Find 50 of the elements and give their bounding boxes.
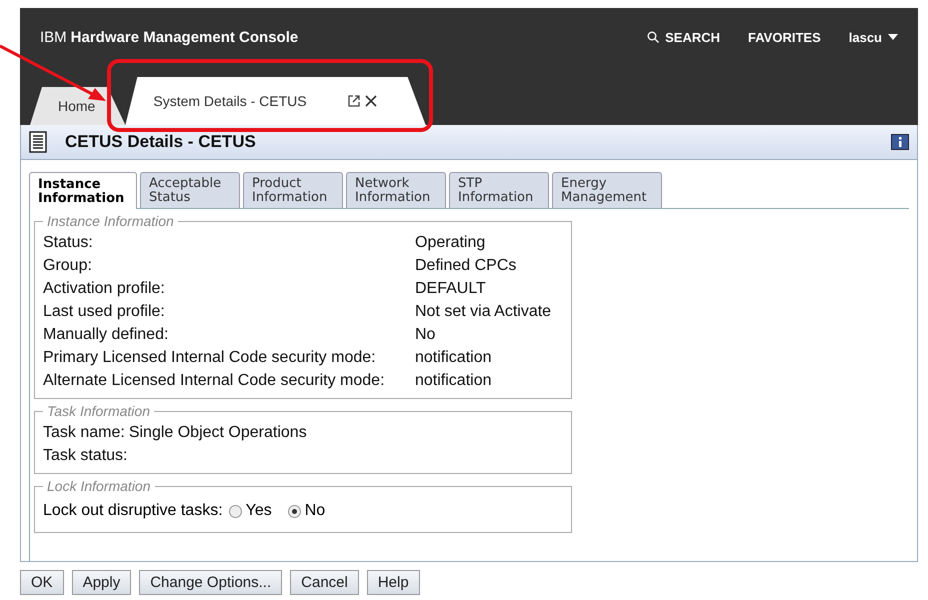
tab[interactable]: Energy Management <box>552 172 662 208</box>
field-label: Last used profile: <box>43 302 166 322</box>
tab[interactable]: Product Information <box>243 172 343 208</box>
field-label: Manually defined: <box>43 325 170 345</box>
document-icon <box>29 131 47 153</box>
dialog-button[interactable]: Help <box>366 570 420 595</box>
radio-option[interactable]: No <box>288 496 326 526</box>
dialog-button[interactable]: Change Options... <box>139 570 282 595</box>
field-label: Task status: <box>43 446 128 466</box>
external-link-icon[interactable] <box>346 94 361 108</box>
radio-icon[interactable] <box>288 504 301 518</box>
close-icon[interactable] <box>364 94 378 108</box>
tab[interactable]: Acceptable Status <box>140 172 240 208</box>
page-tab[interactable]: System Details - CETUS <box>125 77 426 125</box>
panel-title: CETUS Details - CETUS <box>65 132 257 152</box>
dialog-button[interactable]: Apply <box>72 570 132 595</box>
dialog-button[interactable]: OK <box>20 570 64 595</box>
group-legend: Task Information <box>43 403 154 419</box>
info-icon[interactable] <box>891 134 909 150</box>
field-label: Group: <box>43 256 93 276</box>
caret-icon <box>888 34 898 40</box>
search-icon <box>647 31 660 43</box>
field-value: Defined CPCs <box>415 256 518 276</box>
product-title: Hardware Management Console <box>70 28 298 46</box>
field-label: Task name: <box>43 423 125 443</box>
field-value: Single Object Operations <box>128 423 308 443</box>
user-menu[interactable]: lascu <box>848 30 898 44</box>
field-label: Primary Licensed Internal Code security mode: <box>43 348 377 368</box>
field-value: Operating <box>415 233 486 253</box>
group-legend: Instance Information <box>43 213 178 229</box>
tab[interactable]: STP Information <box>449 172 549 208</box>
search-link[interactable]: SEARCH <box>647 30 720 44</box>
field-value: notification <box>415 371 492 391</box>
field-value: notification <box>415 348 492 368</box>
field-label: Status: <box>43 233 94 253</box>
favorites-link[interactable]: FAVORITES <box>748 30 821 44</box>
group-legend: Lock Information <box>43 478 154 494</box>
field-value: Not set via Activate <box>415 302 552 322</box>
field-value: DEFAULT <box>415 279 487 299</box>
page-tab[interactable]: Home <box>30 87 126 125</box>
field-value: No <box>415 325 436 345</box>
radio-option[interactable]: Yes <box>228 496 272 526</box>
radio-icon[interactable] <box>228 504 242 518</box>
tab[interactable]: Network Information <box>346 172 446 208</box>
field-label: Lock out disruptive tasks: <box>43 501 223 521</box>
field-label: Alternate Licensed Internal Code security mode: <box>43 371 386 391</box>
tab[interactable]: Instance Information <box>29 172 137 209</box>
dialog-button[interactable]: Cancel <box>290 570 359 595</box>
field-label: Activation profile: <box>43 279 166 299</box>
brand-label: IBM <box>40 28 67 46</box>
